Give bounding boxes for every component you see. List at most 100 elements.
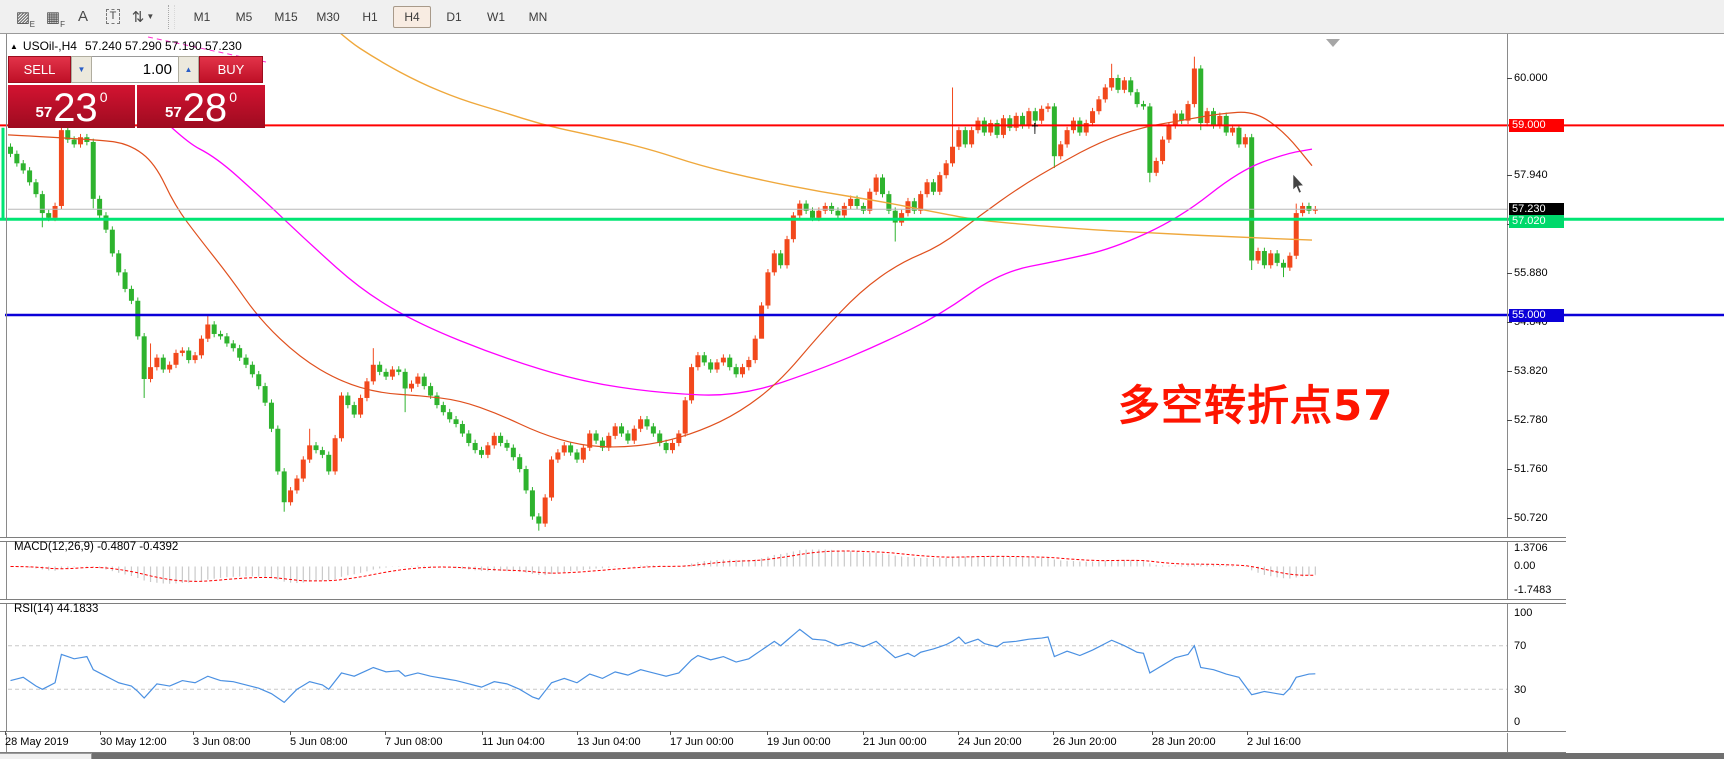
- time-tick-label: 19 Jun 00:00: [767, 736, 831, 748]
- time-tick-mark: [5, 731, 6, 735]
- toolbar-icon-group: ▨E▦FAT⇅▼: [8, 4, 158, 30]
- price-tick-mark: [1507, 469, 1512, 470]
- timeframe-button-mn[interactable]: MN: [519, 6, 557, 28]
- timeframe-button-w1[interactable]: W1: [477, 6, 515, 28]
- volume-input[interactable]: [92, 56, 178, 83]
- collapse-triangle-icon[interactable]: ▲: [10, 42, 18, 51]
- timeframe-button-group: M1M5M15M30H1H4D1W1MN: [181, 6, 559, 28]
- one-click-trading-panel: SELL ▼ ▲ BUY 57 23 0 57 28 0: [8, 56, 265, 128]
- symbol-name: USOil-,H4: [23, 39, 77, 53]
- symbol-header: ▲ USOil-,H4 57.240 57.290 57.190 57.230: [10, 39, 242, 53]
- quote-row: 57 23 0 57 28 0: [8, 85, 265, 128]
- time-tick-mark: [1247, 731, 1248, 735]
- chart-left-border: [6, 33, 7, 753]
- price-axis-divider: [1507, 33, 1508, 753]
- indicator-tick-label: -1.7483: [1514, 584, 1566, 596]
- price-tick-label: 55.880: [1514, 267, 1566, 279]
- time-tick-mark: [577, 731, 578, 735]
- time-tick-label: 7 Jun 08:00: [385, 736, 443, 748]
- time-tick-label: 13 Jun 04:00: [577, 736, 641, 748]
- price-tick-mark: [1507, 273, 1512, 274]
- price-line-badge: 55.000: [1509, 309, 1564, 322]
- time-tick-mark: [290, 731, 291, 735]
- timeframe-button-m5[interactable]: M5: [225, 6, 263, 28]
- time-tick-label: 21 Jun 00:00: [863, 736, 927, 748]
- indicator-tick-label: 30: [1514, 684, 1566, 696]
- dagger-marker-icon: †: [1031, 120, 1039, 136]
- bid-pip-digit: 0: [100, 89, 108, 105]
- time-tick-label: 17 Jun 00:00: [670, 736, 734, 748]
- price-tick-mark: [1507, 175, 1512, 176]
- price-line-badge: 59.000: [1509, 119, 1564, 132]
- chart-text-annotation: 多空转折点57: [1118, 372, 1393, 433]
- price-tick-mark: [1507, 371, 1512, 372]
- price-tick-label: 53.820: [1514, 365, 1566, 377]
- time-tick-mark: [1152, 731, 1153, 735]
- bid-prefix: 57: [36, 104, 53, 121]
- time-tick-mark: [100, 731, 101, 735]
- price-tick-label: 50.720: [1514, 512, 1566, 524]
- time-tick-label: 11 Jun 04:00: [482, 736, 545, 748]
- volume-increase-button[interactable]: ▲: [178, 56, 199, 83]
- time-tick-mark: [1053, 731, 1054, 735]
- timeframe-button-h4[interactable]: H4: [393, 6, 431, 28]
- bid-big-digits: 23: [53, 91, 98, 125]
- main-macd-divider[interactable]: [0, 537, 1566, 542]
- timeframe-button-m30[interactable]: M30: [309, 6, 347, 28]
- buy-button[interactable]: BUY: [199, 56, 263, 83]
- indicator-tick-label: 100: [1514, 607, 1566, 619]
- ask-pip-digit: 0: [229, 89, 237, 105]
- bottom-scroll-strip[interactable]: [0, 753, 1724, 759]
- price-tick-label: 51.760: [1514, 463, 1566, 475]
- indicator-tick-label: 70: [1514, 640, 1566, 652]
- time-tick-label: 28 Jun 20:00: [1152, 736, 1216, 748]
- crosshair-tool-icon[interactable]: ▨E: [8, 4, 38, 30]
- time-tick-mark: [767, 731, 768, 735]
- time-tick-label: 26 Jun 20:00: [1053, 736, 1117, 748]
- rsi-bottom-border: [0, 731, 1566, 733]
- bottom-strip-left-segment: [0, 753, 92, 759]
- price-tick-label: 60.000: [1514, 72, 1566, 84]
- time-tick-label: 30 May 12:00: [100, 736, 167, 748]
- trade-controls-row: SELL ▼ ▲ BUY: [8, 56, 265, 83]
- time-tick-mark: [193, 731, 194, 735]
- price-tick-label: 52.780: [1514, 414, 1566, 426]
- time-tick-mark: [670, 731, 671, 735]
- chevron-down-icon: ▼: [146, 12, 154, 21]
- indicator-tick-label: 1.3706: [1514, 542, 1566, 554]
- sell-button[interactable]: SELL: [8, 56, 71, 83]
- toolbar: ▨E▦FAT⇅▼ M1M5M15M30H1H4D1W1MN: [0, 0, 1724, 34]
- timeframe-button-m1[interactable]: M1: [183, 6, 221, 28]
- price-line-badge: 57.020: [1509, 215, 1564, 228]
- macd-rsi-divider[interactable]: [0, 599, 1566, 604]
- time-tick-label: 24 Jun 20:00: [958, 736, 1022, 748]
- rsi-indicator-label: RSI(14) 44.1833: [14, 603, 98, 615]
- time-tick-mark: [482, 731, 483, 735]
- time-tick-mark: [863, 731, 864, 735]
- ohlc-values: 57.240 57.290 57.190 57.230: [85, 39, 242, 53]
- ask-price-panel[interactable]: 57 28 0: [137, 85, 265, 128]
- indicator-tick-label: 0: [1514, 716, 1566, 728]
- timeframe-button-h1[interactable]: H1: [351, 6, 389, 28]
- chart-shift-triangle-icon[interactable]: [1326, 39, 1340, 47]
- grid-tool-icon[interactable]: ▦F: [38, 4, 68, 30]
- time-tick-label: 2 Jul 16:00: [1247, 736, 1301, 748]
- price-tick-mark: [1507, 322, 1512, 323]
- time-tick-label: 3 Jun 08:00: [193, 736, 251, 748]
- timeframe-button-m15[interactable]: M15: [267, 6, 305, 28]
- price-tick-mark: [1507, 518, 1512, 519]
- timeframe-button-d1[interactable]: D1: [435, 6, 473, 28]
- time-tick-label: 28 May 2019: [5, 736, 69, 748]
- bid-price-panel[interactable]: 57 23 0: [8, 85, 135, 128]
- price-tick-label: 57.940: [1514, 169, 1566, 181]
- volume-decrease-button[interactable]: ▼: [71, 56, 92, 83]
- text-tool-icon[interactable]: A: [68, 4, 98, 30]
- toolbar-separator: [168, 5, 175, 29]
- time-tick-label: 5 Jun 08:00: [290, 736, 348, 748]
- textbox-tool-icon[interactable]: T: [98, 4, 128, 30]
- price-tick-mark: [1507, 78, 1512, 79]
- arrows-tool-icon[interactable]: ⇅▼: [128, 4, 158, 30]
- time-tick-mark: [385, 731, 386, 735]
- ask-prefix: 57: [165, 104, 182, 121]
- price-tick-mark: [1507, 420, 1512, 421]
